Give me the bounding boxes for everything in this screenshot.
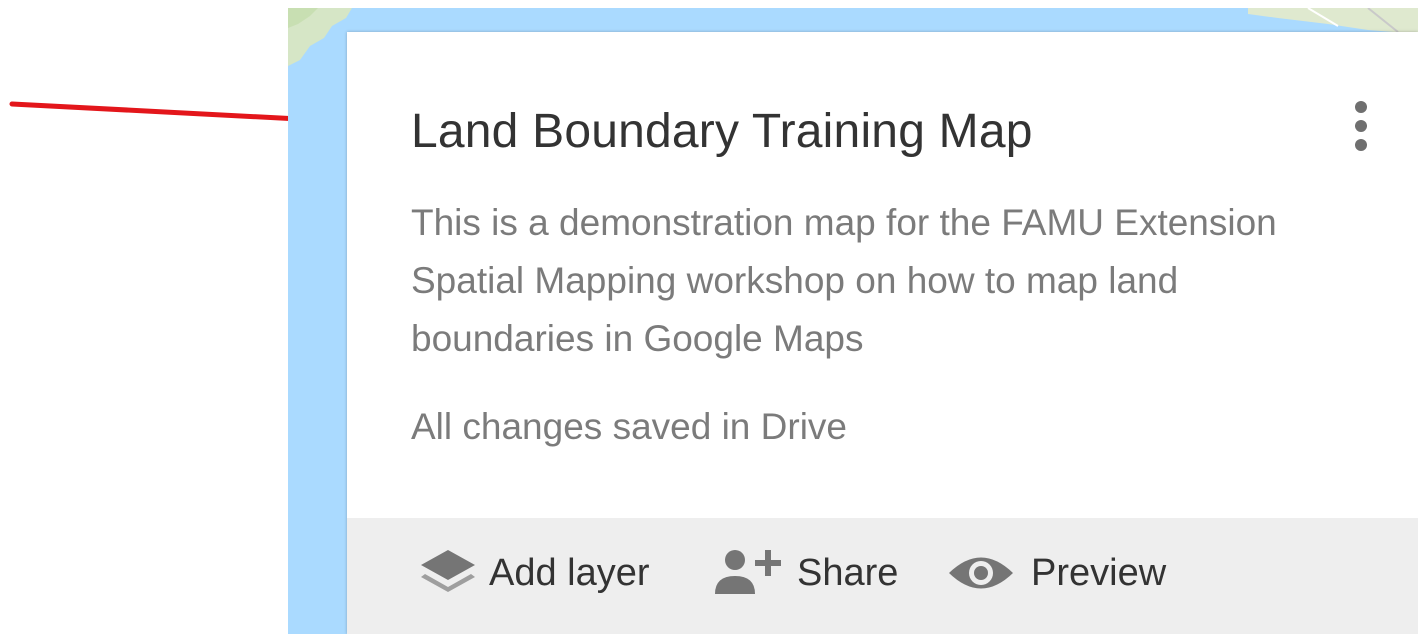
share-button[interactable]: Share: [713, 548, 898, 598]
preview-button[interactable]: Preview: [947, 548, 1166, 598]
map-land-area: [1248, 8, 1418, 34]
eye-icon: [949, 557, 1013, 589]
more-options-button[interactable]: [1341, 94, 1381, 158]
map-land-area: [288, 8, 352, 66]
person-add-icon: [715, 550, 781, 594]
share-label: Share: [797, 551, 899, 594]
layers-icon: [421, 550, 475, 592]
add-layer-label: Add layer: [489, 551, 650, 594]
map-info-panel: Land Boundary Training Map This is a dem…: [347, 32, 1418, 634]
more-vert-icon-dot: [1355, 120, 1367, 132]
map-toolbar: Add layer Share Preview: [347, 518, 1418, 634]
map-title[interactable]: Land Boundary Training Map: [411, 104, 1033, 159]
preview-label: Preview: [1031, 551, 1167, 594]
more-vert-icon: [1355, 101, 1367, 113]
map-description[interactable]: This is a demonstration map for the FAMU…: [411, 194, 1351, 368]
more-vert-icon-dot: [1355, 139, 1367, 151]
save-status: All changes saved in Drive: [411, 406, 847, 447]
add-layer-button[interactable]: Add layer: [419, 548, 650, 598]
